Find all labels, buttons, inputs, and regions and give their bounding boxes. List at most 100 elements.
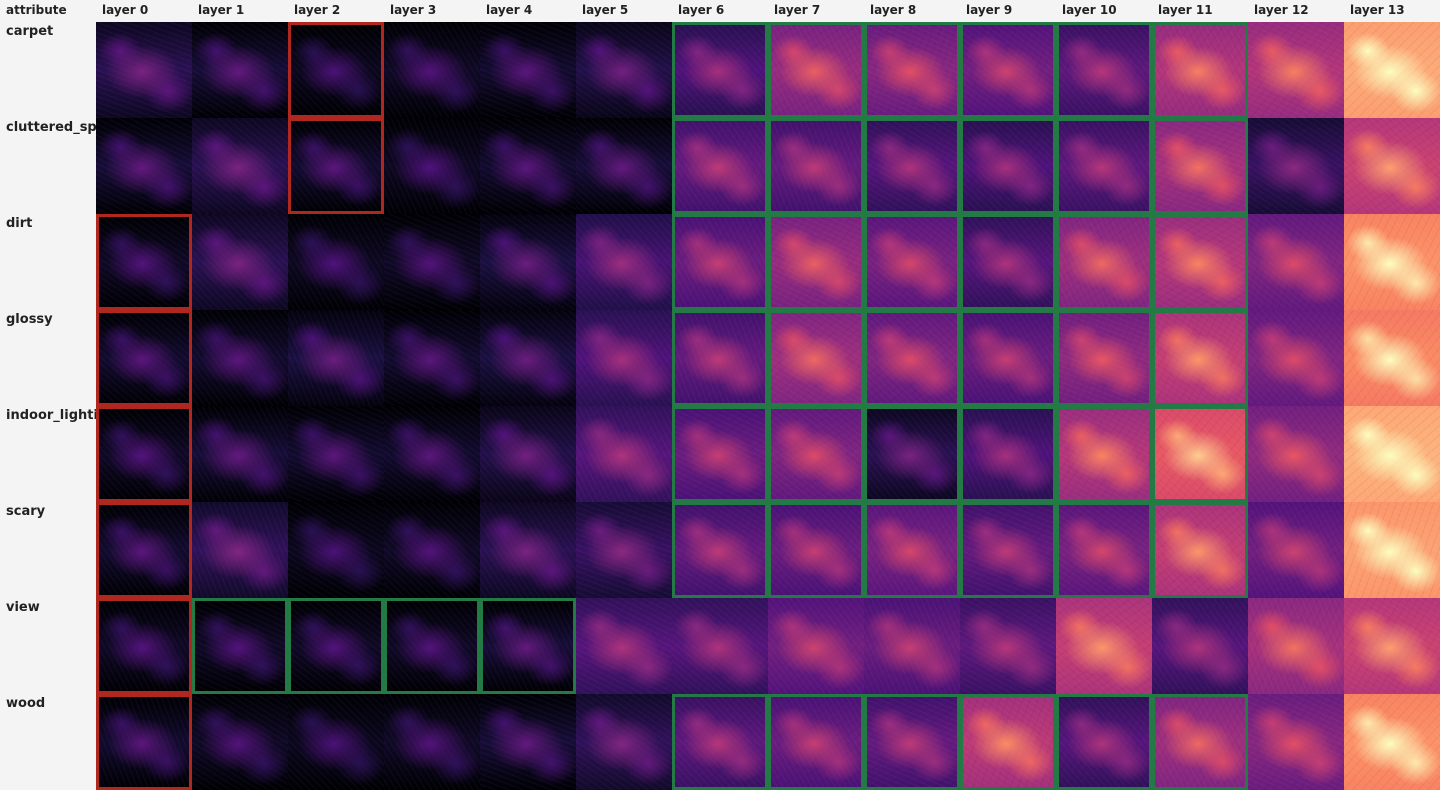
activation-map	[771, 25, 861, 115]
heatmap-cell	[96, 22, 192, 118]
heatmap-cell-highlighted-green	[672, 502, 768, 598]
heatmap-cell	[672, 598, 768, 694]
activation-map	[675, 25, 765, 115]
activation-map	[99, 505, 189, 595]
heatmap-cell-highlighted-red	[96, 406, 192, 502]
activation-map	[192, 694, 288, 790]
heatmap-cell	[384, 310, 480, 406]
heatmap-cell	[480, 406, 576, 502]
heatmap-cell-highlighted-green	[672, 406, 768, 502]
activation-map	[195, 601, 285, 691]
activation-map	[867, 505, 957, 595]
heatmap-cell-highlighted-green	[960, 694, 1056, 790]
activation-map	[1155, 409, 1245, 499]
heatmap-cell-highlighted-green	[1152, 310, 1248, 406]
activation-map	[576, 694, 672, 790]
layer-column-header: layer 2	[294, 3, 341, 17]
activation-map	[96, 118, 192, 214]
heatmap-cell-highlighted-green	[960, 22, 1056, 118]
activation-map	[384, 502, 480, 598]
attribute-row-label: view	[6, 600, 40, 615]
heatmap-cell	[576, 118, 672, 214]
heatmap-cell-highlighted-green	[864, 406, 960, 502]
activation-map	[1056, 598, 1152, 694]
activation-map	[576, 310, 672, 406]
heatmap-cell	[288, 502, 384, 598]
heatmap-cell	[1344, 22, 1440, 118]
heatmap-cell-highlighted-green	[864, 22, 960, 118]
heatmap-cell	[1056, 598, 1152, 694]
activation-map	[192, 214, 288, 310]
activation-map	[963, 313, 1053, 403]
activation-map	[1248, 502, 1344, 598]
activation-map	[963, 217, 1053, 307]
activation-map	[771, 217, 861, 307]
heatmap-cell	[576, 214, 672, 310]
activation-map	[1059, 217, 1149, 307]
heatmap-cell-highlighted-red	[288, 22, 384, 118]
activation-map	[1344, 502, 1440, 598]
activation-map	[1248, 118, 1344, 214]
heatmap-cell	[576, 694, 672, 790]
heatmap-cell-highlighted-green	[1056, 310, 1152, 406]
activation-map	[963, 697, 1053, 787]
heatmap-cell-highlighted-green	[960, 406, 1056, 502]
heatmap-cell-highlighted-green	[1152, 214, 1248, 310]
activation-map	[867, 25, 957, 115]
activation-map	[771, 313, 861, 403]
heatmap-cell-highlighted-green	[192, 598, 288, 694]
heatmap-cell	[1152, 598, 1248, 694]
layer-column-header: layer 3	[390, 3, 437, 17]
heatmap-cell	[1248, 502, 1344, 598]
activation-map	[480, 406, 576, 502]
layer-column-header: layer 4	[486, 3, 533, 17]
activation-map	[963, 409, 1053, 499]
activation-map	[480, 502, 576, 598]
activation-map	[1248, 598, 1344, 694]
activation-map	[99, 697, 189, 787]
activation-map	[576, 22, 672, 118]
activation-map	[675, 697, 765, 787]
attribute-row-label: indoor_lighting	[6, 408, 96, 423]
heatmap-cell-highlighted-green	[864, 310, 960, 406]
heatmap-cell-highlighted-green	[768, 406, 864, 502]
layer-column-header: layer 12	[1254, 3, 1309, 17]
activation-map	[291, 601, 381, 691]
heatmap-cell-highlighted-green	[1056, 214, 1152, 310]
activation-map	[387, 601, 477, 691]
activation-map	[483, 601, 573, 691]
heatmap-cell-highlighted-green	[672, 310, 768, 406]
activation-map	[771, 697, 861, 787]
activation-map	[963, 25, 1053, 115]
activation-map	[963, 505, 1053, 595]
activation-map	[480, 22, 576, 118]
layer-column-header: layer 6	[678, 3, 725, 17]
heatmap-cell	[1344, 406, 1440, 502]
heatmap-cell	[960, 598, 1056, 694]
activation-map	[384, 406, 480, 502]
heatmap-cell-highlighted-green	[480, 598, 576, 694]
heatmap-cell	[1248, 310, 1344, 406]
heatmap-cell-highlighted-red	[96, 598, 192, 694]
activation-map	[480, 118, 576, 214]
heatmap-cell-highlighted-green	[672, 118, 768, 214]
activation-map	[1344, 694, 1440, 790]
activation-map	[288, 694, 384, 790]
heatmap-cell-highlighted-green	[1152, 118, 1248, 214]
activation-map	[192, 118, 288, 214]
heatmap-cell	[1344, 214, 1440, 310]
activation-map	[867, 313, 957, 403]
heatmap-cell-highlighted-green	[1056, 694, 1152, 790]
activation-map	[288, 214, 384, 310]
activation-map	[480, 694, 576, 790]
activation-map	[675, 121, 765, 211]
heatmap-cell-highlighted-green	[1152, 22, 1248, 118]
activation-map	[1248, 406, 1344, 502]
heatmap-cell	[192, 310, 288, 406]
heatmap-cell-highlighted-green	[768, 118, 864, 214]
attribute-row-label: glossy	[6, 312, 53, 327]
activation-map	[1248, 694, 1344, 790]
activation-map	[771, 505, 861, 595]
attribute-row-label: carpet	[6, 24, 54, 39]
heatmap-cell	[576, 598, 672, 694]
